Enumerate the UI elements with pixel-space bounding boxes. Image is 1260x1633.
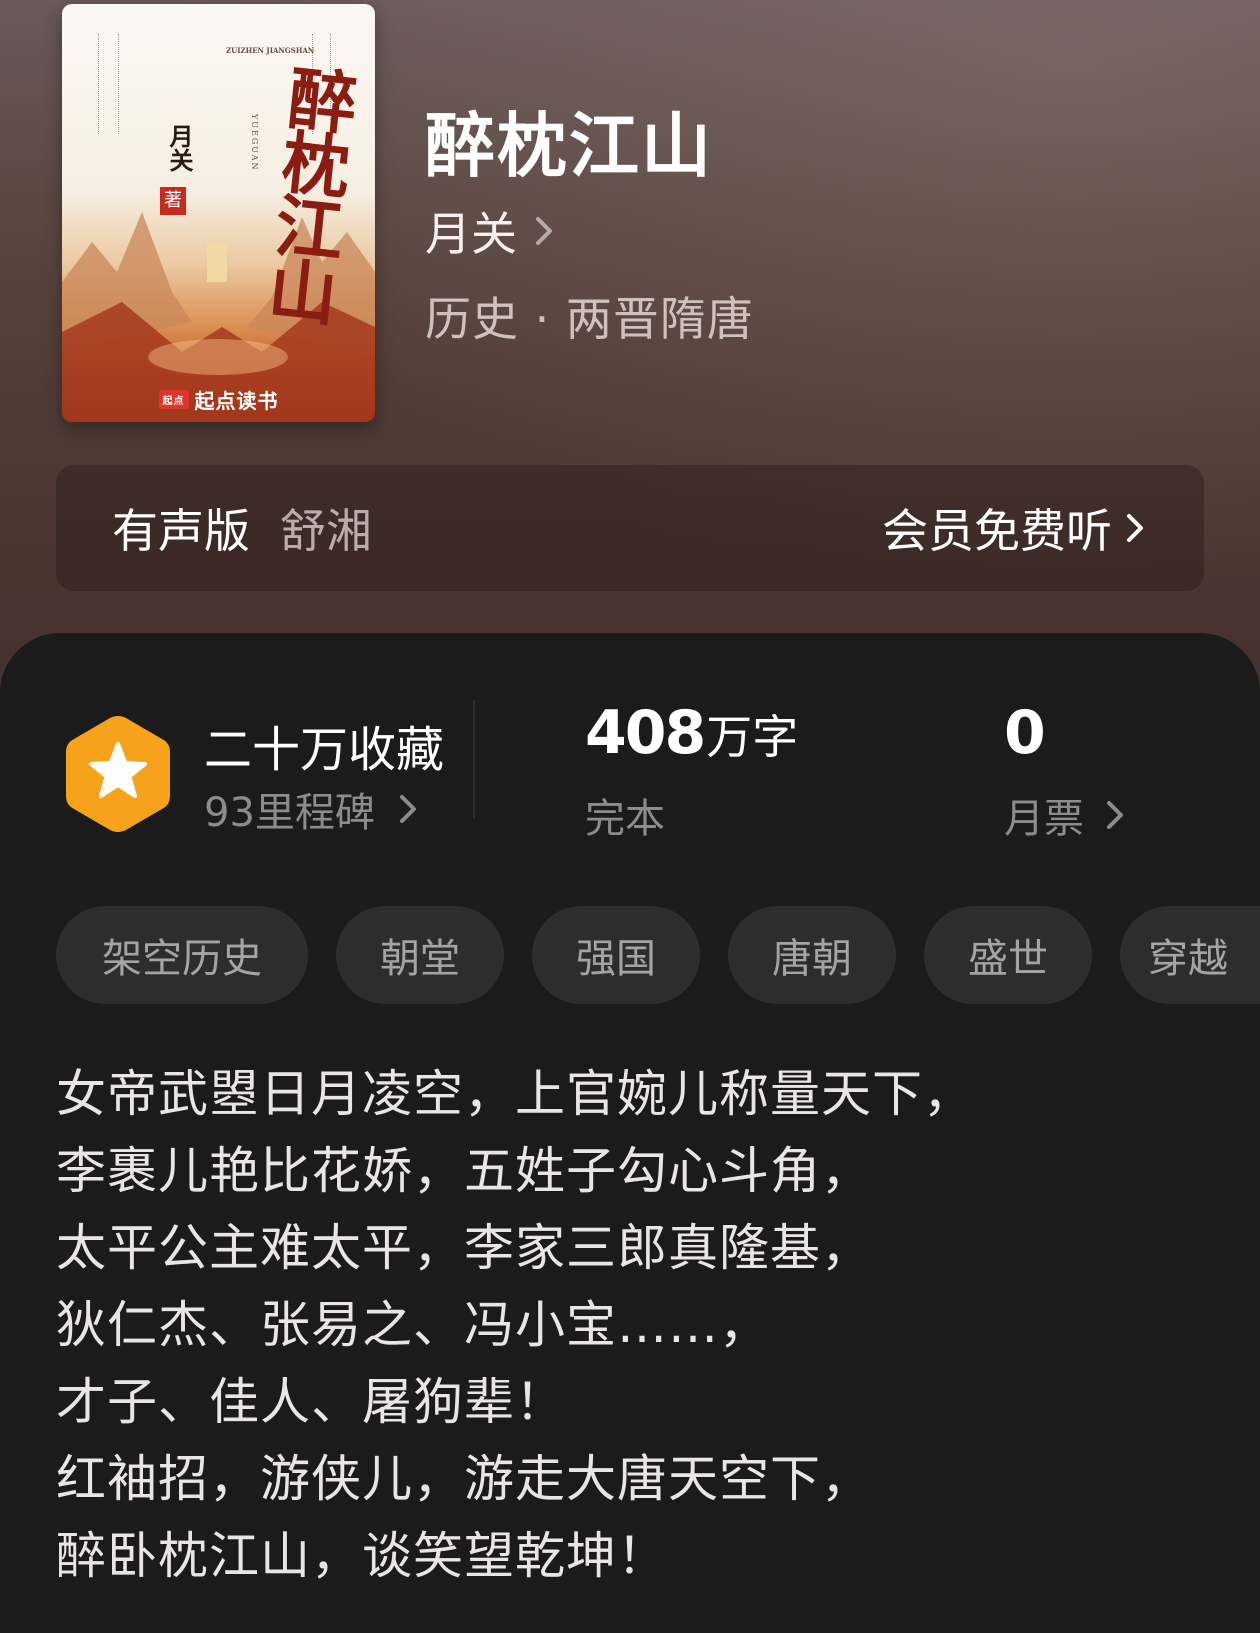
member-free-listen-button[interactable]: 会员免费听 bbox=[882, 495, 1148, 561]
member-free-listen-label: 会员免费听 bbox=[882, 504, 1112, 558]
milestones-label: 93里程碑 bbox=[204, 790, 375, 836]
chevron-right-icon bbox=[399, 795, 416, 823]
monthly-tickets-count: 0 bbox=[1004, 698, 1046, 768]
chevron-right-icon bbox=[536, 217, 552, 245]
word-count: 408 万字 bbox=[585, 698, 798, 768]
favorites-count: 二十万收藏 bbox=[204, 722, 445, 778]
stat-divider bbox=[473, 700, 475, 818]
book-cover[interactable]: ZUIZHEN JIANGSHAN YUEGUAN 醉枕江山 月关 著 起点 起点… bbox=[62, 4, 375, 422]
chevron-right-icon bbox=[1127, 514, 1143, 542]
description-line: 才子、佳人、屠狗辈！ bbox=[56, 1373, 566, 1431]
description-line: 狄仁杰、张易之、冯小宝……， bbox=[56, 1296, 770, 1354]
chevron-right-icon bbox=[1107, 801, 1123, 829]
completion-status: 完本 bbox=[585, 796, 665, 842]
tag-chip[interactable]: 盛世 bbox=[924, 906, 1092, 1004]
author-name: 月关 bbox=[425, 207, 517, 261]
book-genre: 历史 · 两晋隋唐 bbox=[425, 292, 754, 346]
audio-label: 有声版 bbox=[112, 504, 250, 558]
tag-chip[interactable]: 架空历史 bbox=[56, 906, 308, 1004]
cover-seal: 著 bbox=[160, 187, 186, 215]
cover-title: 醉枕江山 bbox=[253, 60, 360, 324]
description-line: 红袖招，游侠儿，游走大唐天空下， bbox=[56, 1450, 872, 1508]
milestones-link[interactable]: 93里程碑 bbox=[204, 780, 421, 838]
monthly-tickets-label: 月票 bbox=[1004, 796, 1084, 842]
description-line: 李裹儿艳比花娇，五姓子勾心斗角， bbox=[56, 1142, 872, 1200]
tag-chip[interactable]: 强国 bbox=[532, 906, 700, 1004]
favorites-badge-icon bbox=[66, 716, 170, 832]
author-link[interactable]: 月关 bbox=[425, 198, 557, 264]
description-line: 女帝武曌日月凌空，上官婉儿称量天下， bbox=[56, 1065, 974, 1123]
cover-poem-line bbox=[98, 34, 109, 134]
tag-chip[interactable]: 唐朝 bbox=[728, 906, 896, 1004]
cover-author: 月关 bbox=[165, 124, 194, 172]
monthly-tickets-link[interactable]: 月票 bbox=[1004, 786, 1128, 844]
audio-narrator: 舒湘 bbox=[280, 504, 372, 558]
book-description: 女帝武曌日月凌空，上官婉儿称量天下， 李裹儿艳比花娇，五姓子勾心斗角， 太平公主… bbox=[56, 1056, 1216, 1595]
description-line: 醉卧枕江山，谈笑望乾坤！ bbox=[56, 1527, 668, 1585]
cover-poem-line bbox=[118, 34, 129, 134]
publisher-logo: 起点 bbox=[158, 390, 189, 409]
description-line: 太平公主难太平，李家三郎真隆基， bbox=[56, 1219, 872, 1277]
book-title: 醉枕江山 bbox=[425, 104, 713, 187]
cover-pinyin: ZUIZHEN JIANGSHAN bbox=[226, 46, 315, 55]
word-count-unit: 万字 bbox=[706, 710, 799, 764]
tag-chip[interactable]: 朝堂 bbox=[336, 906, 504, 1004]
tag-chip[interactable]: 穿越 bbox=[1120, 906, 1260, 1004]
word-count-number: 408 bbox=[585, 698, 706, 768]
cover-publisher: 起点 起点读书 bbox=[62, 385, 375, 414]
audio-version-bar[interactable]: 有声版 舒湘 会员免费听 bbox=[56, 465, 1204, 591]
publisher-name: 起点读书 bbox=[194, 389, 279, 413]
